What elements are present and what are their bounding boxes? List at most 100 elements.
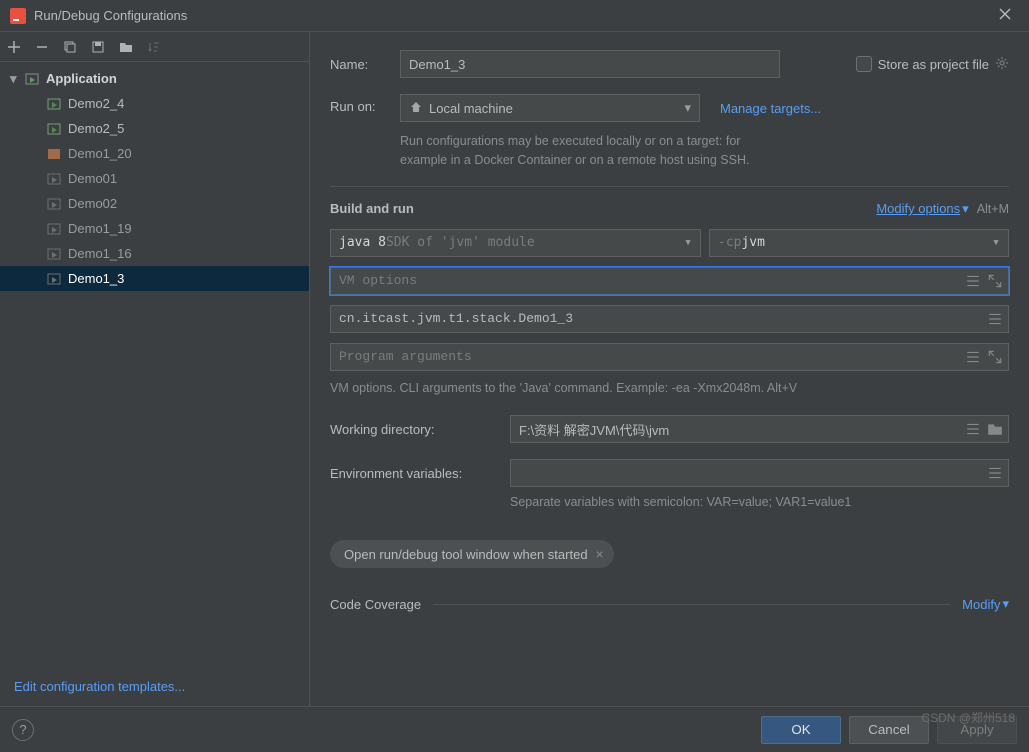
chevron-down-icon: ▾ [992,235,1000,250]
chevron-down-icon: ▾ [10,71,24,87]
main-class-input[interactable] [330,305,1009,333]
classpath-dropdown[interactable]: -cp jvm ▾ [709,229,1009,257]
code-coverage-title: Code Coverage [330,597,421,612]
run-config-icon [46,171,62,187]
cp-prefix: -cp [718,235,741,250]
tree-item-label: Demo1_19 [68,221,132,236]
tree-item-Demo1_16[interactable]: Demo1_16 [0,241,309,266]
add-icon[interactable] [6,39,22,55]
chevron-down-icon: ▾ [684,235,692,250]
jdk-dropdown[interactable]: java 8 SDK of 'jvm' module ▾ [330,229,701,257]
run-on-dropdown[interactable]: Local machine ▾ [400,94,700,122]
tree-item-Demo2_4[interactable]: Demo2_4 [0,91,309,116]
list-icon[interactable] [965,421,981,437]
sidebar-toolbar [0,32,309,62]
manage-targets-link[interactable]: Manage targets... [720,101,821,116]
tree-item-Demo1_19[interactable]: Demo1_19 [0,216,309,241]
jdk-module: SDK of 'jvm' module [386,235,535,250]
run-on-hint2: example in a Docker Container or on a re… [400,151,1009,170]
store-label: Store as project file [878,57,989,72]
tree-item-Demo1_3[interactable]: Demo1_3 [0,266,309,291]
run-on-label: Run on: [330,94,400,114]
chevron-down-icon: ▾ [684,100,691,116]
save-icon[interactable] [90,39,106,55]
help-icon[interactable]: ? [12,719,34,741]
tree-item-label: Demo01 [68,171,117,186]
chevron-down-icon: ▾ [1002,596,1009,612]
ok-button[interactable]: OK [761,716,841,744]
checkbox[interactable] [856,56,872,72]
working-dir-input[interactable] [510,415,1009,443]
modify-options-link[interactable]: Modify options [876,201,960,216]
sidebar: ▾ Application Demo2_4 Demo2_5 Demo1_20 Demo… [0,32,310,706]
run-on-value: Local machine [429,101,513,116]
jdk-prefix: java 8 [339,235,386,250]
vm-options-input[interactable] [330,267,1009,295]
run-config-icon [46,196,62,212]
dialog-footer: ? OK Cancel Apply [0,706,1029,752]
list-icon[interactable] [987,465,1003,481]
browse-folder-icon[interactable] [987,421,1003,437]
tree-item-label: Demo02 [68,196,117,211]
name-label: Name: [330,57,400,72]
gear-icon[interactable] [995,56,1009,73]
main-area: ▾ Application Demo2_4 Demo2_5 Demo1_20 Demo… [0,32,1029,706]
chip-label: Open run/debug tool window when started [344,547,588,562]
working-dir-label: Working directory: [330,422,510,437]
watermark: CSDN @郑州518 [921,709,1015,726]
name-row: Name: Store as project file [330,50,1009,78]
remove-chip-icon[interactable]: × [596,546,604,562]
list-icon[interactable] [965,349,981,365]
tree-item-Demo01[interactable]: Demo01 [0,166,309,191]
name-input[interactable] [400,50,780,78]
title-bar: Run/Debug Configurations [0,0,1029,32]
tree-item-Demo1_20[interactable]: Demo1_20 [0,141,309,166]
separator [330,186,1009,187]
remove-icon[interactable] [34,39,50,55]
tree-item-Demo02[interactable]: Demo02 [0,191,309,216]
window-title: Run/Debug Configurations [34,8,991,23]
close-icon[interactable] [991,4,1019,27]
working-dir-row: Working directory: [330,415,1009,443]
tree-item-Demo2_5[interactable]: Demo2_5 [0,116,309,141]
tree-item-label: Demo1_3 [68,271,124,286]
cancel-button[interactable]: Cancel [849,716,929,744]
run-config-icon [46,221,62,237]
vm-options-hint: VM options. CLI arguments to the 'Java' … [330,379,1009,398]
config-tree: ▾ Application Demo2_4 Demo2_5 Demo1_20 Demo… [0,62,309,667]
run-on-hint1: Run configurations may be executed local… [400,132,1009,151]
env-vars-hint: Separate variables with semicolon: VAR=v… [510,493,1009,512]
store-as-project-file[interactable]: Store as project file [856,56,989,72]
home-icon [409,100,423,117]
run-on-row: Run on: Local machine ▾ Manage targets..… [330,94,1009,170]
open-tool-window-chip[interactable]: Open run/debug tool window when started … [330,540,614,568]
run-config-icon [46,271,62,287]
run-config-icon [46,121,62,137]
expand-icon[interactable] [987,273,1003,289]
cp-value: jvm [741,235,764,250]
build-run-title: Build and run [330,201,414,216]
content-panel: Name: Store as project file Run on: Loca… [310,32,1029,706]
env-vars-row: Environment variables: [330,459,1009,487]
tree-group-application[interactable]: ▾ Application [0,66,309,91]
app-icon [10,8,26,24]
run-config-icon [46,146,62,162]
folder-icon[interactable] [118,39,134,55]
tree-item-label: Demo2_4 [68,96,124,111]
application-group-icon [24,71,40,87]
program-args-input[interactable] [330,343,1009,371]
list-icon[interactable] [987,311,1003,327]
chevron-down-icon: ▾ [962,201,969,217]
env-vars-input[interactable] [510,459,1009,487]
copy-icon[interactable] [62,39,78,55]
build-run-header: Build and run Modify options ▾ Alt+M [330,201,1009,217]
modify-options-shortcut: Alt+M [977,202,1009,216]
coverage-modify-link[interactable]: Modify [962,597,1000,612]
expand-icon[interactable] [987,349,1003,365]
tree-group-label: Application [46,71,117,86]
tree-item-label: Demo1_20 [68,146,132,161]
run-config-icon [46,246,62,262]
list-icon[interactable] [965,273,981,289]
edit-templates-link[interactable]: Edit configuration templates... [0,667,309,706]
sort-icon[interactable] [146,39,162,55]
